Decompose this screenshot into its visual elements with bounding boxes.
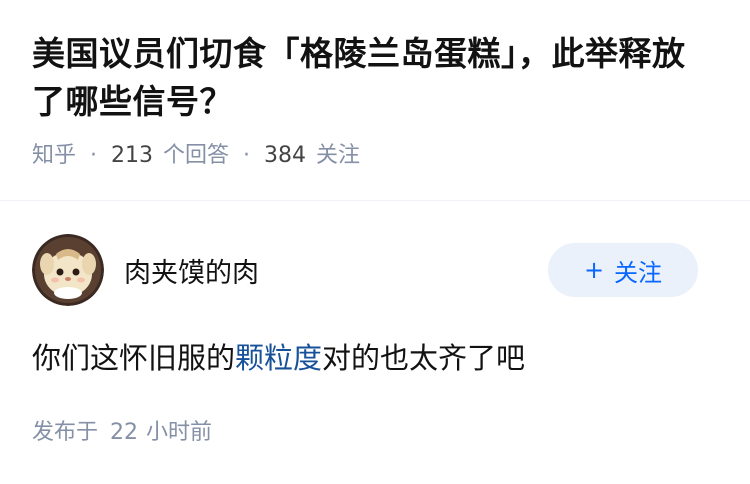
author-row: 肉夹馍的肉 + 关注 [32,234,698,306]
publish-time: 发布于 22 小时前 [32,414,698,446]
question-header: 美国议员们切食「格陵兰岛蛋糕」，此举释放了哪些信号？ 知乎 · 213 个回答 … [0,0,750,172]
publish-unit: 小时前 [146,420,213,445]
keyword-link[interactable]: 颗粒度 [235,341,322,375]
follow-button[interactable]: + 关注 [548,243,698,297]
answer-text: 你们这怀旧服的 [32,341,236,375]
cartoon-avatar-icon [32,234,104,306]
answer-count: 213 [111,143,154,168]
follower-count-label[interactable]: 关注 [316,140,360,172]
section-divider [0,200,750,201]
question-meta: 知乎 · 213 个回答 · 384 关注 [32,140,718,172]
answer-card: 肉夹馍的肉 + 关注 你们这怀旧服的颗粒度对的也太齐了吧 发布于 22 小时前 [32,234,698,446]
avatar[interactable] [32,234,104,306]
answer-page: 美国议员们切食「格陵兰岛蛋糕」，此举释放了哪些信号？ 知乎 · 213 个回答 … [0,0,750,484]
follow-label: 关注 [614,258,663,287]
meta-separator: · [90,143,98,168]
follower-count: 384 [264,143,307,168]
answer-count-label[interactable]: 个回答 [163,140,229,172]
plus-icon: + [583,256,605,284]
publish-number: 22 [110,420,139,445]
answer-content: 你们这怀旧服的颗粒度对的也太齐了吧 [32,336,698,380]
publish-prefix: 发布于 [32,420,99,445]
source-label[interactable]: 知乎 [32,140,76,172]
question-title[interactable]: 美国议员们切食「格陵兰岛蛋糕」，此举释放了哪些信号？ [32,30,718,126]
author-name[interactable]: 肉夹馍的肉 [124,251,548,290]
answer-text: 对的也太齐了吧 [322,341,526,375]
meta-separator: · [243,143,251,168]
